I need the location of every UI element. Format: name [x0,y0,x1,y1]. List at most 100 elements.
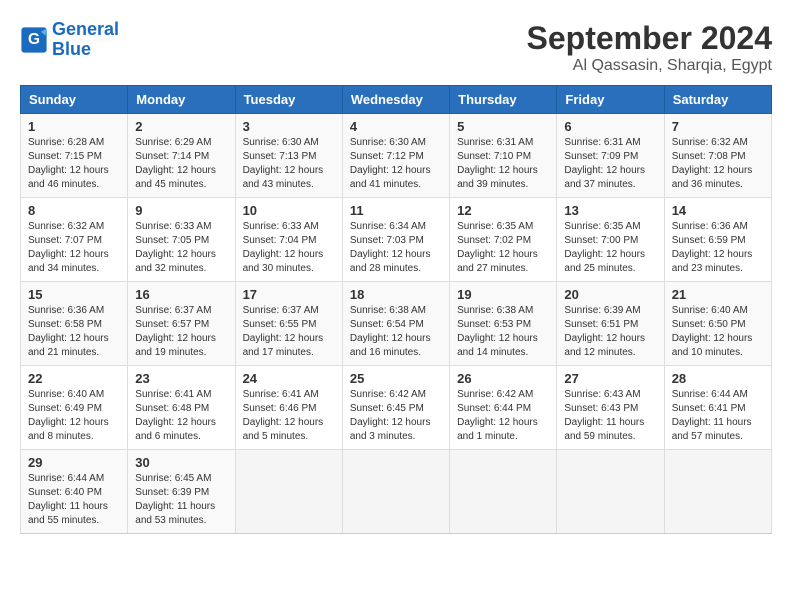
day-info: Sunrise: 6:33 AM Sunset: 7:04 PM Dayligh… [243,220,335,276]
day-number: 20 [564,287,656,302]
day-number: 4 [350,119,442,134]
day-info: Sunrise: 6:32 AM Sunset: 7:07 PM Dayligh… [28,220,120,276]
logo-icon: G [20,26,48,54]
day-number: 30 [135,455,227,470]
calendar-cell: 16 Sunrise: 6:37 AM Sunset: 6:57 PM Dayl… [128,282,235,366]
calendar-cell: 23 Sunrise: 6:41 AM Sunset: 6:48 PM Dayl… [128,366,235,450]
weekday-header: Tuesday [235,86,342,114]
calendar-cell: 22 Sunrise: 6:40 AM Sunset: 6:49 PM Dayl… [21,366,128,450]
calendar-cell: 8 Sunrise: 6:32 AM Sunset: 7:07 PM Dayli… [21,198,128,282]
calendar-cell [557,450,664,534]
day-number: 3 [243,119,335,134]
calendar-cell: 7 Sunrise: 6:32 AM Sunset: 7:08 PM Dayli… [664,114,771,198]
calendar-cell: 17 Sunrise: 6:37 AM Sunset: 6:55 PM Dayl… [235,282,342,366]
calendar-cell: 29 Sunrise: 6:44 AM Sunset: 6:40 PM Dayl… [21,450,128,534]
weekday-header: Sunday [21,86,128,114]
location-title: Al Qassasin, Sharqia, Egypt [527,57,772,75]
calendar-cell: 9 Sunrise: 6:33 AM Sunset: 7:05 PM Dayli… [128,198,235,282]
calendar-cell: 24 Sunrise: 6:41 AM Sunset: 6:46 PM Dayl… [235,366,342,450]
calendar-cell [664,450,771,534]
title-block: September 2024 Al Qassasin, Sharqia, Egy… [527,20,772,75]
day-number: 2 [135,119,227,134]
calendar-cell: 18 Sunrise: 6:38 AM Sunset: 6:54 PM Dayl… [342,282,449,366]
day-info: Sunrise: 6:37 AM Sunset: 6:57 PM Dayligh… [135,304,227,360]
day-info: Sunrise: 6:42 AM Sunset: 6:44 PM Dayligh… [457,388,549,444]
day-number: 9 [135,203,227,218]
day-number: 24 [243,371,335,386]
calendar-table: SundayMondayTuesdayWednesdayThursdayFrid… [20,85,772,534]
day-number: 17 [243,287,335,302]
day-number: 19 [457,287,549,302]
day-number: 10 [243,203,335,218]
weekday-header: Saturday [664,86,771,114]
day-number: 1 [28,119,120,134]
day-number: 29 [28,455,120,470]
day-number: 27 [564,371,656,386]
calendar-cell: 25 Sunrise: 6:42 AM Sunset: 6:45 PM Dayl… [342,366,449,450]
calendar-cell: 19 Sunrise: 6:38 AM Sunset: 6:53 PM Dayl… [450,282,557,366]
calendar-cell: 20 Sunrise: 6:39 AM Sunset: 6:51 PM Dayl… [557,282,664,366]
calendar-week-row: 15 Sunrise: 6:36 AM Sunset: 6:58 PM Dayl… [21,282,772,366]
day-number: 23 [135,371,227,386]
calendar-cell: 27 Sunrise: 6:43 AM Sunset: 6:43 PM Dayl… [557,366,664,450]
weekday-header: Friday [557,86,664,114]
weekday-header: Monday [128,86,235,114]
day-number: 21 [672,287,764,302]
day-number: 16 [135,287,227,302]
day-number: 8 [28,203,120,218]
calendar-cell [450,450,557,534]
logo: G General Blue [20,20,119,60]
calendar-header-row: SundayMondayTuesdayWednesdayThursdayFrid… [21,86,772,114]
day-info: Sunrise: 6:41 AM Sunset: 6:48 PM Dayligh… [135,388,227,444]
weekday-header: Thursday [450,86,557,114]
day-info: Sunrise: 6:42 AM Sunset: 6:45 PM Dayligh… [350,388,442,444]
day-info: Sunrise: 6:38 AM Sunset: 6:53 PM Dayligh… [457,304,549,360]
day-info: Sunrise: 6:37 AM Sunset: 6:55 PM Dayligh… [243,304,335,360]
day-number: 18 [350,287,442,302]
day-number: 12 [457,203,549,218]
calendar-cell: 11 Sunrise: 6:34 AM Sunset: 7:03 PM Dayl… [342,198,449,282]
calendar-cell: 21 Sunrise: 6:40 AM Sunset: 6:50 PM Dayl… [664,282,771,366]
day-info: Sunrise: 6:33 AM Sunset: 7:05 PM Dayligh… [135,220,227,276]
day-info: Sunrise: 6:44 AM Sunset: 6:41 PM Dayligh… [672,388,764,444]
day-info: Sunrise: 6:35 AM Sunset: 7:02 PM Dayligh… [457,220,549,276]
calendar-week-row: 1 Sunrise: 6:28 AM Sunset: 7:15 PM Dayli… [21,114,772,198]
calendar-cell: 10 Sunrise: 6:33 AM Sunset: 7:04 PM Dayl… [235,198,342,282]
calendar-week-row: 8 Sunrise: 6:32 AM Sunset: 7:07 PM Dayli… [21,198,772,282]
day-info: Sunrise: 6:31 AM Sunset: 7:09 PM Dayligh… [564,136,656,192]
day-number: 5 [457,119,549,134]
day-number: 15 [28,287,120,302]
day-info: Sunrise: 6:39 AM Sunset: 6:51 PM Dayligh… [564,304,656,360]
day-info: Sunrise: 6:44 AM Sunset: 6:40 PM Dayligh… [28,472,120,528]
weekday-header: Wednesday [342,86,449,114]
day-number: 13 [564,203,656,218]
calendar-cell [342,450,449,534]
day-number: 22 [28,371,120,386]
day-info: Sunrise: 6:43 AM Sunset: 6:43 PM Dayligh… [564,388,656,444]
calendar-cell: 30 Sunrise: 6:45 AM Sunset: 6:39 PM Dayl… [128,450,235,534]
day-info: Sunrise: 6:31 AM Sunset: 7:10 PM Dayligh… [457,136,549,192]
calendar-cell: 13 Sunrise: 6:35 AM Sunset: 7:00 PM Dayl… [557,198,664,282]
logo-text: General Blue [52,20,119,60]
day-number: 6 [564,119,656,134]
day-number: 11 [350,203,442,218]
day-number: 28 [672,371,764,386]
day-info: Sunrise: 6:29 AM Sunset: 7:14 PM Dayligh… [135,136,227,192]
calendar-cell: 2 Sunrise: 6:29 AM Sunset: 7:14 PM Dayli… [128,114,235,198]
day-number: 14 [672,203,764,218]
calendar-cell: 4 Sunrise: 6:30 AM Sunset: 7:12 PM Dayli… [342,114,449,198]
day-info: Sunrise: 6:45 AM Sunset: 6:39 PM Dayligh… [135,472,227,528]
day-number: 7 [672,119,764,134]
calendar-cell: 6 Sunrise: 6:31 AM Sunset: 7:09 PM Dayli… [557,114,664,198]
day-info: Sunrise: 6:35 AM Sunset: 7:00 PM Dayligh… [564,220,656,276]
calendar-week-row: 29 Sunrise: 6:44 AM Sunset: 6:40 PM Dayl… [21,450,772,534]
page-header: G General Blue September 2024 Al Qassasi… [20,20,772,75]
day-info: Sunrise: 6:36 AM Sunset: 6:58 PM Dayligh… [28,304,120,360]
day-info: Sunrise: 6:40 AM Sunset: 6:50 PM Dayligh… [672,304,764,360]
calendar-cell: 5 Sunrise: 6:31 AM Sunset: 7:10 PM Dayli… [450,114,557,198]
calendar-cell: 1 Sunrise: 6:28 AM Sunset: 7:15 PM Dayli… [21,114,128,198]
svg-text:G: G [28,31,40,48]
calendar-week-row: 22 Sunrise: 6:40 AM Sunset: 6:49 PM Dayl… [21,366,772,450]
day-info: Sunrise: 6:40 AM Sunset: 6:49 PM Dayligh… [28,388,120,444]
day-info: Sunrise: 6:36 AM Sunset: 6:59 PM Dayligh… [672,220,764,276]
